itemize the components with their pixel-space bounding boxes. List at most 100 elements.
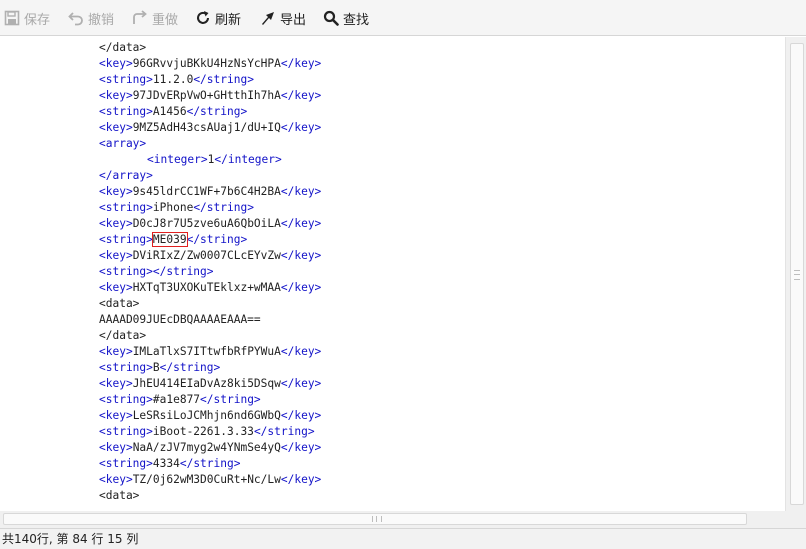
xml-close-tag: </key>: [280, 249, 322, 262]
code-line[interactable]: <string>4334</string>: [99, 456, 321, 472]
undo-button[interactable]: 撤销: [68, 8, 114, 28]
code-line[interactable]: <key>IMLaTlxS7ITtwfbRfPYWuA</key>: [99, 344, 321, 360]
horizontal-scroll-thumb[interactable]: [3, 513, 747, 525]
code-line[interactable]: <string></string>: [99, 264, 321, 280]
xml-open-tag: <key>: [99, 281, 133, 294]
code-line[interactable]: <string>#a1e877</string>: [99, 392, 321, 408]
xml-close-tag: </key>: [280, 409, 322, 422]
string-value: #a1e877: [152, 393, 201, 406]
xml-close-tag: </data>: [99, 41, 147, 54]
code-line[interactable]: <array>: [99, 136, 321, 152]
string-value: iBoot-2261.3.33: [152, 425, 254, 438]
xml-open-tag: <data>: [99, 489, 140, 502]
xml-close-tag: </key>: [280, 281, 322, 294]
xml-open-tag: <key>: [99, 121, 133, 134]
code-line[interactable]: <data>: [99, 488, 321, 504]
horizontal-scrollbar[interactable]: [0, 511, 785, 528]
code-line[interactable]: <key>HXTqT3UXOKuTEklxz+wMAA</key>: [99, 280, 321, 296]
code-editor[interactable]: </data> <key>96GRvvjuBKkU4HzNsYcHPA</key>…: [0, 37, 806, 512]
scroll-corner: [785, 511, 806, 528]
code-line[interactable]: <key>NaA/zJV7myg2w4YNmSe4yQ</key>: [99, 440, 321, 456]
redo-button[interactable]: 重做: [132, 8, 178, 28]
vertical-scrollbar[interactable]: [785, 37, 806, 511]
export-icon: [260, 10, 276, 26]
xml-open-tag: <array>: [99, 137, 147, 150]
xml-close-tag: </key>: [280, 473, 322, 486]
xml-open-tag: <key>: [99, 377, 133, 390]
redo-icon: [132, 10, 148, 26]
export-button[interactable]: 导出: [260, 8, 306, 28]
code-line[interactable]: <data>: [99, 296, 321, 312]
vertical-scroll-thumb[interactable]: [790, 43, 804, 505]
key-value: D0cJ8r7U5zve6uA6QbOiLA: [132, 217, 281, 230]
xml-close-tag: </string>: [159, 361, 221, 374]
key-value: HXTqT3UXOKuTEklxz+wMAA: [132, 281, 281, 294]
code-line[interactable]: </data>: [99, 328, 321, 344]
xml-open-tag: <key>: [99, 89, 133, 102]
code-line[interactable]: <string>11.2.0</string>: [99, 72, 321, 88]
status-bar: 共140行, 第 84 行 15 列: [0, 528, 806, 549]
key-value: 97JDvERpVwO+GHtthIh7hA: [132, 89, 281, 102]
refresh-icon: [195, 10, 211, 26]
xml-close-tag: </key>: [280, 345, 322, 358]
xml-open-tag: <key>: [99, 185, 133, 198]
code-line[interactable]: <key>96GRvvjuBKkU4HzNsYcHPA</key>: [99, 56, 321, 72]
refresh-button[interactable]: 刷新: [195, 8, 241, 28]
code-line[interactable]: <string>B</string>: [99, 360, 321, 376]
key-value: IMLaTlxS7ITtwfbRfPYWuA: [132, 345, 281, 358]
key-value: 96GRvvjuBKkU4HzNsYcHPA: [132, 57, 281, 70]
code-line[interactable]: <key>97JDvERpVwO+GHtthIh7hA</key>: [99, 88, 321, 104]
xml-open-tag: <string>: [99, 201, 153, 214]
xml-close-tag: </data>: [99, 329, 147, 342]
xml-close-tag: </key>: [280, 185, 322, 198]
xml-open-tag: <string>: [99, 105, 153, 118]
code-line[interactable]: <key>TZ/0j62wM3D0CuRt+Nc/Lw</key>: [99, 472, 321, 488]
find-label: 查找: [343, 12, 370, 28]
toolbar: 保存 撤销 重做 刷新 导出 查找: [0, 0, 806, 36]
status-text: 共140行, 第 84 行 15 列: [2, 532, 139, 546]
key-value: LeSRsiLoJCMhjn6nd6GWbQ: [132, 409, 281, 422]
code-line[interactable]: AAAAD09JUEcDBQAAAAEAAA==: [99, 312, 321, 328]
code-line[interactable]: <string>ME039</string>: [99, 232, 321, 248]
code-line[interactable]: <key>LeSRsiLoJCMhjn6nd6GWbQ</key>: [99, 408, 321, 424]
xml-open-tag: <string>: [99, 425, 153, 438]
redo-label: 重做: [152, 12, 179, 28]
code-line[interactable]: <string>iBoot-2261.3.33</string>: [99, 424, 321, 440]
xml-close-tag: </string>: [253, 425, 315, 438]
save-button[interactable]: 保存: [4, 8, 50, 28]
code-line[interactable]: <string>iPhone</string>: [99, 200, 321, 216]
xml-close-tag: </string>: [186, 233, 248, 246]
plist-text[interactable]: </data> <key>96GRvvjuBKkU4HzNsYcHPA</key>…: [99, 40, 321, 504]
xml-close-tag: </string>: [193, 201, 254, 214]
grip-icon: [372, 516, 382, 522]
code-line[interactable]: <key>DViRIxZ/Zw0007CLcEYvZw</key>: [99, 248, 321, 264]
xml-open-tag: <integer>: [147, 153, 208, 166]
undo-label: 撤销: [88, 12, 115, 28]
xml-close-tag: </string>: [193, 73, 254, 86]
code-line[interactable]: </array>: [99, 168, 321, 184]
xml-open-tag: <key>: [99, 57, 133, 70]
xml-open-tag: <string>: [99, 265, 153, 278]
code-line[interactable]: </data>: [99, 40, 321, 56]
key-value: NaA/zJV7myg2w4YNmSe4yQ: [132, 441, 281, 454]
xml-close-tag: </key>: [280, 217, 322, 230]
save-label: 保存: [24, 12, 51, 28]
code-line[interactable]: <string>A1456</string>: [99, 104, 321, 120]
code-line[interactable]: <key>D0cJ8r7U5zve6uA6QbOiLA</key>: [99, 216, 321, 232]
export-label: 导出: [280, 12, 307, 28]
save-icon: [4, 10, 20, 26]
code-line[interactable]: <key>JhEU414EIaDvAz8ki5DSqw</key>: [99, 376, 321, 392]
xml-open-tag: <key>: [99, 249, 133, 262]
xml-close-tag: </key>: [280, 441, 322, 454]
code-line[interactable]: <integer>1</integer>: [99, 152, 321, 168]
xml-close-tag: </string>: [152, 265, 214, 278]
xml-close-tag: </string>: [179, 457, 241, 470]
find-button[interactable]: 查找: [323, 8, 369, 28]
key-value: DViRIxZ/Zw0007CLcEYvZw: [132, 249, 281, 262]
grip-icon: [794, 270, 800, 280]
code-line[interactable]: <key>9MZ5AdH43csAUaj1/dU+IQ</key>: [99, 120, 321, 136]
xml-open-tag: <key>: [99, 473, 133, 486]
selected-value: ME039: [151, 232, 188, 247]
code-line[interactable]: <key>9s45ldrCC1WF+7b6C4H2BA</key>: [99, 184, 321, 200]
xml-open-tag: <data>: [99, 297, 140, 310]
